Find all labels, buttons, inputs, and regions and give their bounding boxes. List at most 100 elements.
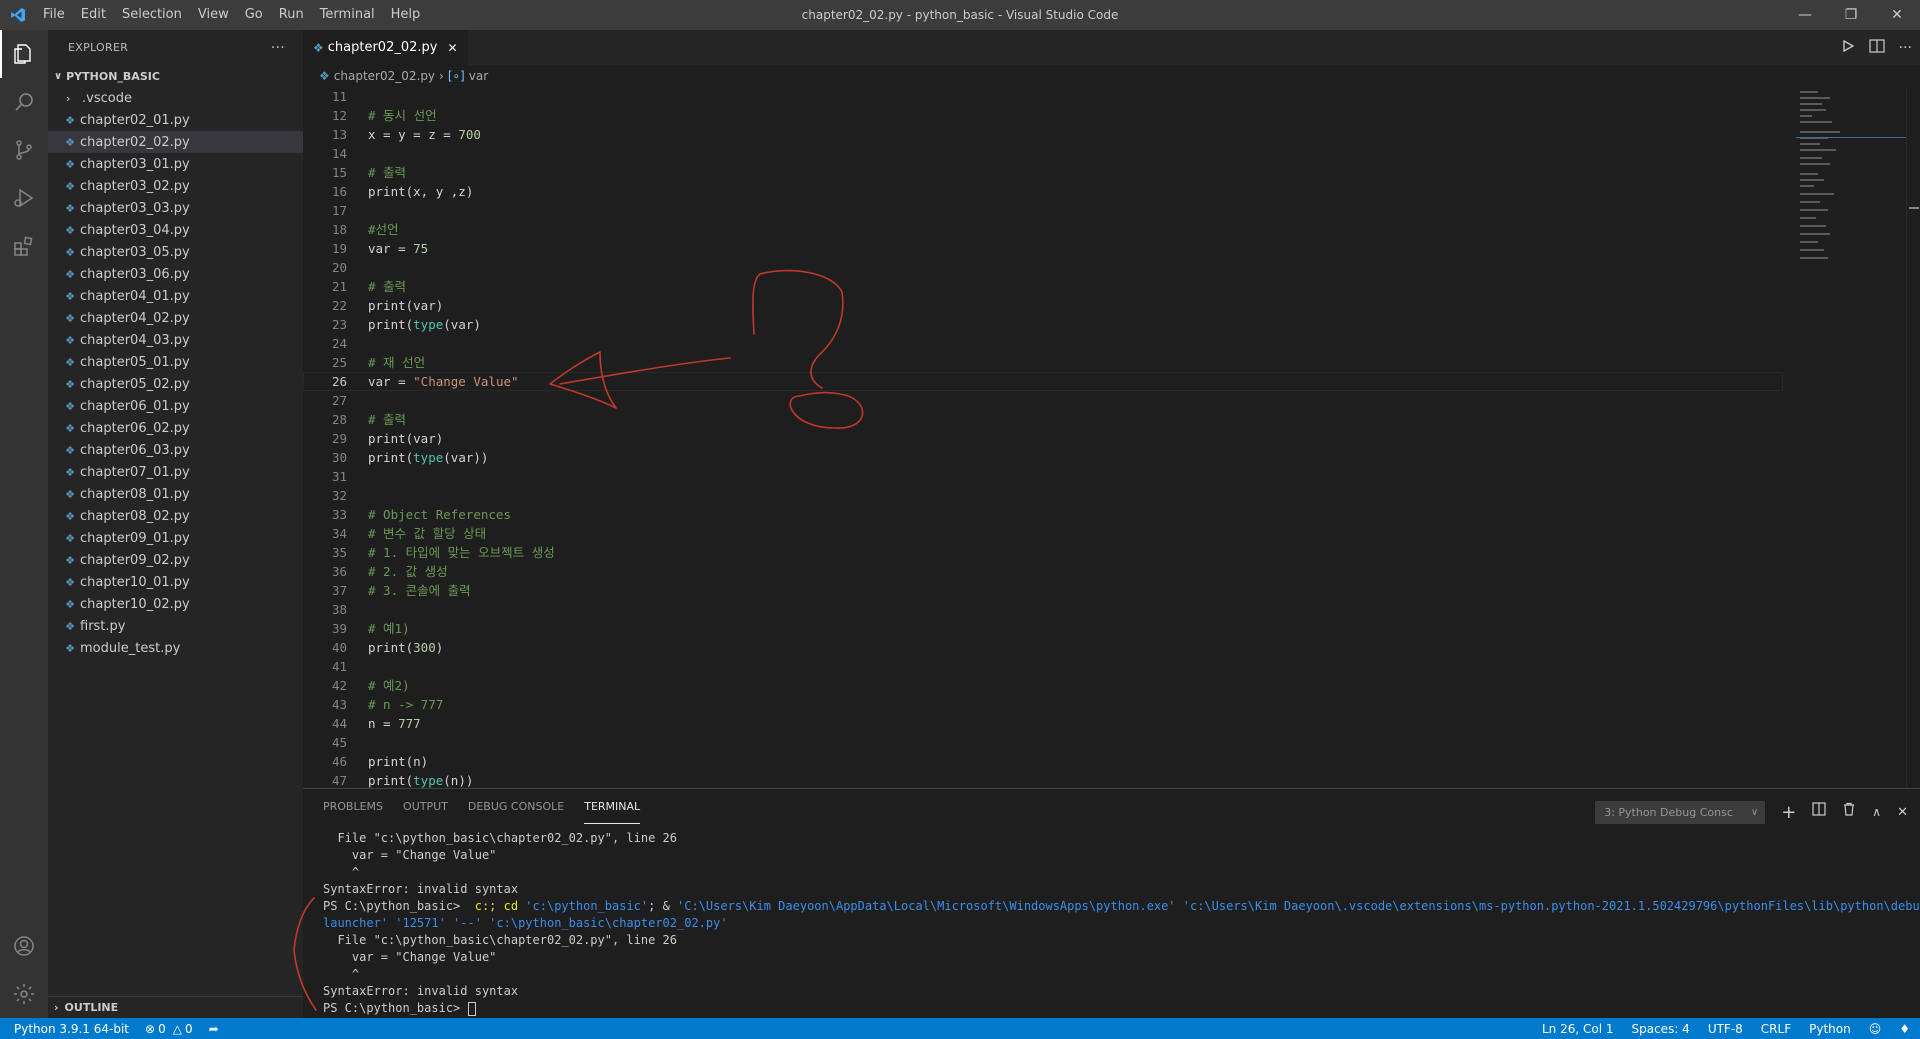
code-line[interactable]: 44 n = 777 xyxy=(303,714,1783,733)
code-line[interactable]: 18 #선언 xyxy=(303,220,1783,239)
code-line[interactable]: 29 print(var) xyxy=(303,429,1783,448)
tree-file-item[interactable]: ❖ chapter03_03.py xyxy=(48,197,303,219)
code-line[interactable]: 30 print(type(var)) xyxy=(303,448,1783,467)
folder-python-basic[interactable]: ∨ PYTHON_BASIC xyxy=(48,65,303,87)
code-line[interactable]: 31 xyxy=(303,467,1783,486)
tree-file-item[interactable]: ❖ chapter04_01.py xyxy=(48,285,303,307)
code-line[interactable]: 35 # 1. 타입에 맞는 오브젝트 생성 xyxy=(303,543,1783,562)
code-line[interactable]: 15 # 출력 xyxy=(303,163,1783,182)
terminal-output[interactable]: File "c:\python_basic\chapter02_02.py", … xyxy=(303,824,1920,1017)
more-actions-icon[interactable]: ··· xyxy=(271,40,285,56)
code-line[interactable]: 41 xyxy=(303,657,1783,676)
minimize-icon[interactable]: — xyxy=(1782,0,1828,30)
code-line[interactable]: 42 # 예2) xyxy=(303,676,1783,695)
tree-file-item[interactable]: ❖ chapter04_02.py xyxy=(48,307,303,329)
tree-file-item[interactable]: ❖ chapter02_02.py xyxy=(48,131,303,153)
close-tab-icon[interactable]: ✕ xyxy=(447,41,457,55)
code-line[interactable]: 11 xyxy=(303,87,1783,106)
close-panel-icon[interactable]: ✕ xyxy=(1897,795,1908,830)
menu-view[interactable]: View xyxy=(190,0,237,30)
python-interpreter[interactable]: Python 3.9.1 64-bit xyxy=(14,1022,129,1036)
search-icon[interactable] xyxy=(0,78,48,126)
extensions-icon[interactable] xyxy=(0,222,48,270)
code-line[interactable]: 24 xyxy=(303,334,1783,353)
language-mode[interactable]: Python xyxy=(1809,1022,1851,1036)
code-line[interactable]: 16 print(x, y ,z) xyxy=(303,182,1783,201)
tab-debug-console[interactable]: DEBUG CONSOLE xyxy=(468,789,564,824)
code-line[interactable]: 28 # 출력 xyxy=(303,410,1783,429)
live-share-icon[interactable]: ➦ xyxy=(209,1022,219,1036)
tree-file-item[interactable]: ❖ chapter08_02.py xyxy=(48,505,303,527)
code-line[interactable]: 17 xyxy=(303,201,1783,220)
code-line[interactable]: 43 # n -> 777 xyxy=(303,695,1783,714)
accounts-icon[interactable] xyxy=(0,922,48,970)
tree-file-item[interactable]: ❖ first.py xyxy=(48,615,303,637)
outline-section[interactable]: › OUTLINE xyxy=(48,996,303,1018)
tree-file-item[interactable]: ❖ chapter03_06.py xyxy=(48,263,303,285)
editor-scrollbar[interactable] xyxy=(1906,87,1920,788)
tree-folder-vscode[interactable]: › .vscode xyxy=(48,87,303,109)
code-line[interactable]: 36 # 2. 값 생성 xyxy=(303,562,1783,581)
menu-run[interactable]: Run xyxy=(271,0,312,30)
tree-file-item[interactable]: ❖ chapter05_02.py xyxy=(48,373,303,395)
tree-file-item[interactable]: ❖ chapter04_03.py xyxy=(48,329,303,351)
tree-file-item[interactable]: ❖ chapter06_01.py xyxy=(48,395,303,417)
tree-file-item[interactable]: ❖ chapter03_04.py xyxy=(48,219,303,241)
code-line[interactable]: 27 xyxy=(303,391,1783,410)
tree-file-item[interactable]: ❖ chapter03_05.py xyxy=(48,241,303,263)
encoding[interactable]: UTF-8 xyxy=(1708,1022,1743,1036)
tree-file-item[interactable]: ❖ chapter10_01.py xyxy=(48,571,303,593)
tree-file-item[interactable]: ❖ chapter10_02.py xyxy=(48,593,303,615)
code-line[interactable]: 14 xyxy=(303,144,1783,163)
code-line[interactable]: 32 xyxy=(303,486,1783,505)
tree-file-item[interactable]: ❖ chapter02_01.py xyxy=(48,109,303,131)
restore-icon[interactable]: ❐ xyxy=(1828,0,1874,30)
end-of-line[interactable]: CRLF xyxy=(1761,1022,1791,1036)
code-line[interactable]: 45 xyxy=(303,733,1783,752)
tree-file-item[interactable]: ❖ chapter06_03.py xyxy=(48,439,303,461)
code-line[interactable]: 23 print(type(var) xyxy=(303,315,1783,334)
tab-problems[interactable]: PROBLEMS xyxy=(323,789,383,824)
code-line[interactable]: 47 print(type(n)) xyxy=(303,771,1783,788)
code-line[interactable]: 26 var = "Change Value" xyxy=(303,372,1783,391)
problems-summary[interactable]: ⊗ 0 △ 0 xyxy=(145,1022,193,1036)
tab-terminal[interactable]: TERMINAL xyxy=(584,789,641,824)
code-line[interactable]: 19 var = 75 xyxy=(303,239,1783,258)
tree-file-item[interactable]: ❖ chapter06_02.py xyxy=(48,417,303,439)
tree-file-item[interactable]: ❖ chapter03_01.py xyxy=(48,153,303,175)
tree-file-item[interactable]: ❖ chapter07_01.py xyxy=(48,461,303,483)
code-editor[interactable]: 11 12 # 동시 선언 13 x = y = z = 700 14 15 # 출력 16 pr… xyxy=(303,87,1783,788)
tab-chapter02-02[interactable]: ❖ chapter02_02.py ✕ xyxy=(303,30,468,65)
code-line[interactable]: 40 print(300) xyxy=(303,638,1783,657)
trash-icon[interactable] xyxy=(1842,795,1856,830)
tree-file-item[interactable]: ❖ chapter05_01.py xyxy=(48,351,303,373)
code-line[interactable]: 33 # Object References xyxy=(303,505,1783,524)
tree-file-item[interactable]: ❖ chapter09_02.py xyxy=(48,549,303,571)
code-line[interactable]: 13 x = y = z = 700 xyxy=(303,125,1783,144)
code-line[interactable]: 37 # 3. 콘솔에 출력 xyxy=(303,581,1783,600)
tree-file-item[interactable]: ❖ chapter03_02.py xyxy=(48,175,303,197)
source-control-icon[interactable] xyxy=(0,126,48,174)
code-line[interactable]: 12 # 동시 선언 xyxy=(303,106,1783,125)
code-line[interactable]: 22 print(var) xyxy=(303,296,1783,315)
code-line[interactable]: 34 # 변수 값 할당 상태 xyxy=(303,524,1783,543)
tree-file-item[interactable]: ❖ module_test.py xyxy=(48,637,303,659)
code-line[interactable]: 46 print(n) xyxy=(303,752,1783,771)
menu-file[interactable]: File xyxy=(35,0,73,30)
menu-edit[interactable]: Edit xyxy=(73,0,114,30)
code-line[interactable]: 39 # 예1) xyxy=(303,619,1783,638)
code-line[interactable]: 25 # 재 선언 xyxy=(303,353,1783,372)
feedback-icon[interactable]: ☺ xyxy=(1869,1022,1882,1036)
tab-output[interactable]: OUTPUT xyxy=(403,789,448,824)
code-line[interactable]: 20 xyxy=(303,258,1783,277)
tree-file-item[interactable]: ❖ chapter09_01.py xyxy=(48,527,303,549)
explorer-icon[interactable] xyxy=(0,30,48,78)
split-terminal-icon[interactable] xyxy=(1812,795,1826,830)
new-terminal-icon[interactable]: + xyxy=(1781,795,1796,830)
run-file-icon[interactable] xyxy=(1841,39,1855,57)
code-line[interactable]: 38 xyxy=(303,600,1783,619)
indentation[interactable]: Spaces: 4 xyxy=(1632,1022,1690,1036)
breadcrumb-file[interactable]: chapter02_02.py xyxy=(334,69,435,83)
terminal-select[interactable]: 3: Python Debug Consc ∨ xyxy=(1595,801,1766,824)
run-debug-icon[interactable] xyxy=(0,174,48,222)
